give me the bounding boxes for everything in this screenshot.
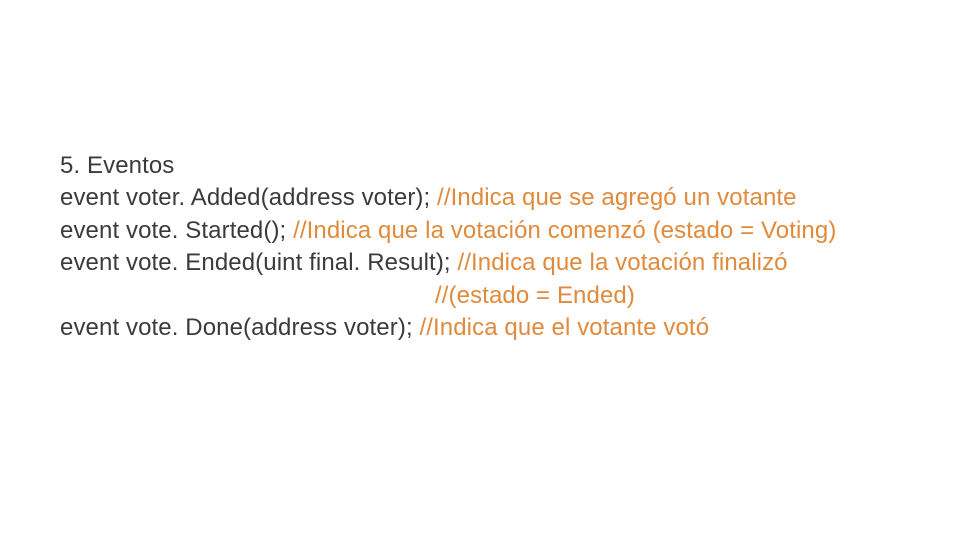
comment-text: //(estado = Ended): [435, 282, 635, 309]
code-line-1: event voter. Added(address voter); //Ind…: [60, 182, 900, 214]
code-line-3: event vote. Ended(uint final. Result); /…: [60, 247, 900, 279]
comment-text: //Indica que la votación comenzó (estado…: [293, 217, 836, 244]
code-text: event vote. Done(address voter);: [60, 314, 419, 341]
code-text: event vote. Started();: [60, 217, 293, 244]
comment-text: //Indica que se agregó un votante: [437, 184, 797, 211]
heading-text: 5. Eventos: [60, 152, 174, 179]
heading-line: 5. Eventos: [60, 150, 900, 182]
code-line-5: event vote. Done(address voter); //Indic…: [60, 312, 900, 344]
code-text: event voter. Added(address voter);: [60, 184, 437, 211]
code-line-4: //(estado = Ended): [60, 280, 900, 312]
code-line-2: event vote. Started(); //Indica que la v…: [60, 215, 900, 247]
comment-text: //Indica que la votación finalizó: [457, 249, 787, 276]
comment-text: //Indica que el votante votó: [419, 314, 709, 341]
slide: 5. Eventos event voter. Added(address vo…: [0, 0, 960, 540]
code-text: event vote. Ended(uint final. Result);: [60, 249, 457, 276]
